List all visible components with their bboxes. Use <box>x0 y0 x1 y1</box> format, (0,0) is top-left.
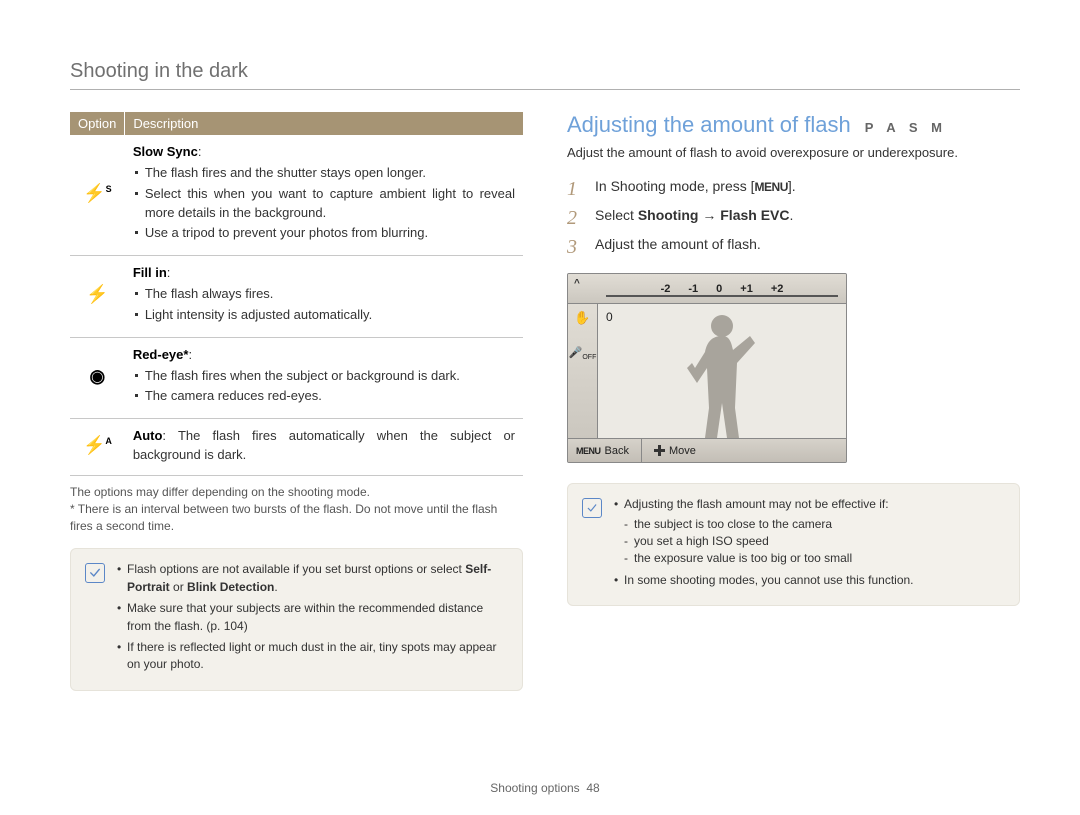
icon-fill-in: ⚡ <box>70 256 125 338</box>
page-footer: Shooting options 48 <box>70 761 1020 795</box>
flash-options-table: Option Description ⚡S Slow Sync: The fla… <box>70 112 523 476</box>
page-title: Shooting in the dark <box>70 60 1020 90</box>
step-item: Adjust the amount of flash. <box>567 234 1020 255</box>
steps-list: In Shooting mode, press [MENU]. Select S… <box>567 176 1020 255</box>
note-box-right: Adjusting the flash amount may not be ef… <box>567 483 1020 606</box>
step-item: In Shooting mode, press [MENU]. <box>567 176 1020 197</box>
dpad-icon <box>654 445 665 456</box>
info-icon <box>582 498 602 518</box>
note-item: In some shooting modes, you cannot use t… <box>614 572 914 589</box>
th-option: Option <box>70 112 125 135</box>
ev-scale: ^ -2 -1 0 +1 +2 <box>568 274 846 304</box>
option-name: Red-eye* <box>133 347 189 362</box>
option-name: Slow Sync <box>133 144 198 159</box>
person-silhouette-icon <box>677 308 767 438</box>
table-row: ⚡ Fill in: The flash always fires. Light… <box>70 256 523 338</box>
option-name: Auto <box>133 428 163 443</box>
screen-sidebar: ✋ 🎤OFF <box>568 304 598 438</box>
back-hint: MENU Back <box>576 445 629 457</box>
hand-icon: ✋ <box>574 310 590 326</box>
section-title: Adjusting the amount of flash P A S M <box>567 112 1020 138</box>
move-hint: Move <box>654 445 696 457</box>
table-row: ◉ Red-eye*: The flash fires when the sub… <box>70 337 523 419</box>
note-item: If there is reflected light or much dust… <box>117 639 508 674</box>
note-box-left: Flash options are not available if you s… <box>70 548 523 690</box>
icon-red-eye: ◉ <box>70 337 125 419</box>
table-row: ⚡A Auto: The flash fires automatically w… <box>70 419 523 476</box>
info-icon <box>85 563 105 583</box>
table-footnotes: The options may differ depending on the … <box>70 484 523 534</box>
camera-screen-mock: ^ -2 -1 0 +1 +2 ✋ 🎤OFF 0 <box>567 273 847 463</box>
mic-off-icon: 🎤OFF <box>569 346 597 361</box>
ev-value: 0 <box>606 310 613 324</box>
table-row: ⚡S Slow Sync: The flash fires and the sh… <box>70 135 523 256</box>
icon-slow-sync: ⚡S <box>70 135 125 256</box>
note-item: Flash options are not available if you s… <box>117 561 508 596</box>
menu-key: MENU <box>755 180 788 194</box>
option-name: Fill in <box>133 265 167 280</box>
th-description: Description <box>125 112 523 135</box>
note-item: Adjusting the flash amount may not be ef… <box>614 496 914 568</box>
icon-auto: ⚡A <box>70 419 125 476</box>
step-item: Select Shooting → Flash EVC. <box>567 205 1020 226</box>
section-intro: Adjust the amount of flash to avoid over… <box>567 144 1020 162</box>
mode-indicator: P A S M <box>865 120 947 135</box>
note-item: Make sure that your subjects are within … <box>117 600 508 635</box>
